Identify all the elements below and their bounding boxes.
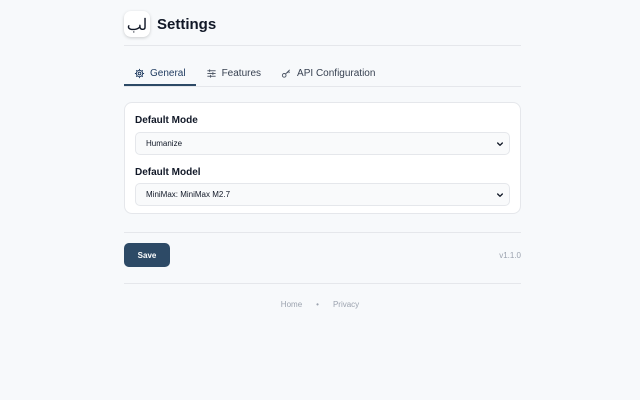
settings-tabs: General Features API Configuration [124, 62, 521, 86]
save-button[interactable]: Save [124, 243, 170, 267]
default-mode-value: Humanize [146, 139, 183, 148]
tab-general-label: General [150, 67, 186, 79]
privacy-link[interactable]: Privacy [333, 300, 359, 309]
default-mode-label: Default Mode [135, 115, 198, 126]
header-divider [124, 45, 521, 46]
default-model-label: Default Model [135, 167, 201, 178]
default-model-select[interactable]: MiniMax: MiniMax M2.7 [135, 183, 510, 206]
app-logo: لب [124, 11, 150, 37]
chevron-down-icon [496, 191, 504, 199]
key-icon [281, 68, 292, 79]
settings-card: Default Mode Humanize Default Model Mini… [124, 102, 521, 214]
card-divider [124, 232, 521, 233]
page-header: لب Settings [124, 10, 521, 38]
home-link[interactable]: Home [281, 300, 302, 309]
gear-icon [134, 68, 145, 79]
footer-links: Home • Privacy [0, 300, 640, 309]
chevron-down-icon [496, 140, 504, 148]
tabs-divider [124, 86, 521, 87]
default-model-value: MiniMax: MiniMax M2.7 [146, 190, 231, 199]
tab-features[interactable]: Features [196, 62, 271, 84]
page-title: Settings [157, 15, 217, 33]
footer-separator: • [316, 300, 319, 309]
tab-features-label: Features [221, 67, 262, 79]
footer-divider [124, 283, 521, 284]
version-label: v1.1.0 [499, 251, 521, 260]
logo-glyph: لب [126, 14, 148, 34]
tab-api-configuration[interactable]: API Configuration [271, 62, 385, 84]
tab-general[interactable]: General [124, 62, 196, 86]
default-mode-select[interactable]: Humanize [135, 132, 510, 155]
tab-api-configuration-label: API Configuration [297, 67, 376, 79]
settings-page: لب Settings General Features API Configu… [0, 0, 640, 400]
sliders-icon [206, 68, 217, 79]
